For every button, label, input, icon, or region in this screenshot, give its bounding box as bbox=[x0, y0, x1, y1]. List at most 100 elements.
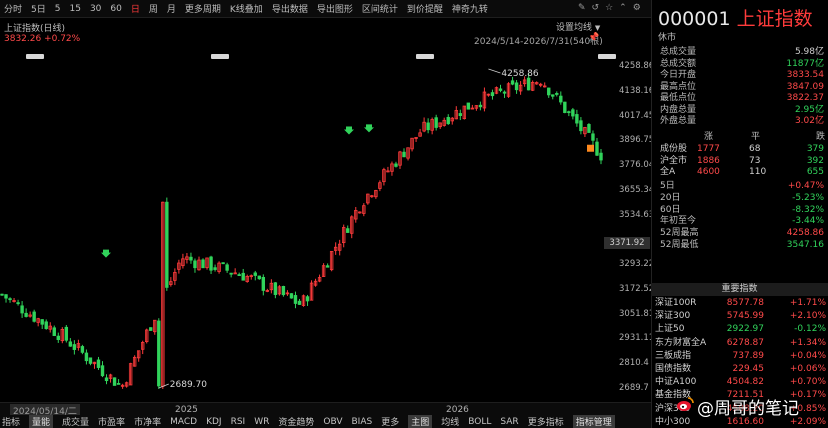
toolbar-item[interactable]: 周 bbox=[149, 2, 158, 15]
scroll-handle-right[interactable] bbox=[598, 54, 616, 59]
y-tick-label: 3534.63 bbox=[619, 209, 655, 220]
market-status: 休市 bbox=[658, 33, 677, 43]
index-price: 737.89 bbox=[732, 350, 765, 361]
restore-icon[interactable]: ↺ bbox=[592, 3, 600, 13]
candle bbox=[72, 344, 77, 350]
y-tick-label: 2810.4 bbox=[619, 358, 649, 369]
candle bbox=[305, 296, 310, 302]
toolbar-item[interactable]: 60 bbox=[110, 4, 121, 14]
candle bbox=[289, 293, 294, 299]
pin-icon[interactable]: 📌 bbox=[588, 33, 599, 43]
toolbar-item[interactable]: 5 bbox=[55, 4, 61, 14]
indicator-item[interactable]: RSI bbox=[231, 417, 246, 427]
star-icon[interactable]: ☆ bbox=[605, 3, 613, 13]
settings-icon[interactable]: ⚙ bbox=[633, 3, 641, 13]
indicator-item[interactable]: 指标管理 bbox=[572, 415, 615, 428]
index-row[interactable]: 深证100R 8577.78 +1.71% bbox=[655, 297, 826, 310]
index-row[interactable]: 三板成指 737.89 +0.04% bbox=[655, 350, 826, 363]
candle bbox=[44, 321, 48, 329]
chevron-up-icon[interactable]: ⌃ bbox=[619, 3, 627, 13]
candle bbox=[571, 109, 575, 117]
candle bbox=[498, 88, 503, 91]
index-row[interactable]: 东方财富全A 6278.87 +1.34% bbox=[655, 337, 826, 350]
y-tick-label: 4258.86 bbox=[619, 61, 655, 71]
indicator-item[interactable]: BIAS bbox=[352, 417, 373, 427]
toolbar-item[interactable]: 到价提醒 bbox=[407, 2, 443, 15]
breadth-label: 成份股 bbox=[660, 144, 688, 154]
scroll-handle[interactable] bbox=[211, 54, 229, 59]
toolbar-item[interactable]: 15 bbox=[69, 4, 80, 14]
indicator-item[interactable]: 更多 bbox=[381, 415, 399, 428]
toolbar-item[interactable]: 导出数据 bbox=[272, 2, 308, 15]
period-low-label: 2689.70 bbox=[170, 380, 207, 390]
candle bbox=[116, 383, 121, 385]
period-value: +0.47% bbox=[787, 181, 824, 191]
breadth-flat: 68 bbox=[749, 144, 761, 154]
index-row[interactable]: 国债指数 229.45 +0.06% bbox=[655, 363, 826, 376]
toolbar-item[interactable]: 日 bbox=[131, 2, 140, 15]
breadth-header: 涨平跌 bbox=[660, 131, 825, 143]
indicator-item[interactable]: 成交量 bbox=[62, 415, 89, 428]
scroll-handle[interactable] bbox=[416, 54, 434, 59]
indicator-item[interactable]: 主图 bbox=[408, 415, 433, 428]
index-row[interactable]: 中证A100 4504.82 +0.70% bbox=[655, 376, 826, 389]
settings-ma-label: 设置均线 bbox=[556, 23, 593, 33]
toolbar-item[interactable]: 更多周期 bbox=[185, 2, 221, 15]
indicator-item[interactable]: WR bbox=[254, 417, 269, 427]
index-price: 5745.99 bbox=[726, 311, 764, 322]
indicator-item[interactable]: SAR bbox=[500, 417, 518, 427]
breadth-down: 392 bbox=[806, 155, 824, 166]
period-row: 60日 -8.32% bbox=[660, 204, 824, 216]
stat-row: 今日开盘 3833.54 bbox=[660, 69, 824, 81]
indicator-item[interactable]: 更多指标 bbox=[528, 415, 564, 428]
period-row: 年初至今 -3.44% bbox=[660, 215, 824, 227]
candle bbox=[346, 228, 350, 233]
candle bbox=[551, 94, 555, 97]
toolbar-item[interactable]: 分时 bbox=[4, 2, 22, 15]
stat-value: 3.02亿 bbox=[794, 116, 824, 126]
candle bbox=[20, 305, 24, 314]
index-name: 深证100R bbox=[655, 298, 697, 308]
y-tick-label: 3293.22 bbox=[619, 259, 655, 270]
indicator-item[interactable]: OBV bbox=[323, 417, 342, 427]
candle bbox=[253, 272, 257, 276]
index-change: +1.34% bbox=[789, 337, 826, 348]
time-axis: 2024/05/14/二 2025 2026 bbox=[0, 402, 651, 417]
indicator-item[interactable]: 量能 bbox=[29, 415, 54, 428]
indicator-item[interactable]: 指标 bbox=[2, 415, 20, 428]
candlestick-chart[interactable]: 4258.86 2689.70 bbox=[0, 60, 604, 400]
index-row[interactable]: 深证300 5745.99 +2.10% bbox=[655, 310, 826, 323]
toolbar-item[interactable]: K线叠加 bbox=[230, 2, 263, 15]
indicator-item[interactable]: KDJ bbox=[206, 417, 222, 427]
toolbar-item[interactable]: 5日 bbox=[31, 2, 46, 15]
index-change: +0.06% bbox=[789, 364, 826, 374]
indicator-item[interactable]: 均线 bbox=[441, 415, 459, 428]
indicator-item[interactable]: BOLL bbox=[468, 417, 491, 427]
candle bbox=[189, 256, 193, 261]
breadth-down: 379 bbox=[806, 144, 824, 154]
signal-arrow-icon bbox=[364, 124, 374, 133]
scroll-handle-left[interactable] bbox=[26, 54, 44, 59]
toolbar-item[interactable]: 神奇九转 bbox=[452, 2, 488, 15]
candle bbox=[510, 80, 515, 85]
period-label: 52周最低 bbox=[660, 240, 699, 250]
indicator-item[interactable]: MACD bbox=[170, 417, 197, 427]
period-label: 5日 bbox=[660, 181, 675, 191]
index-row[interactable]: 上证50 2922.97 -0.12% bbox=[655, 323, 826, 336]
toolbar-item[interactable]: 区间统计 bbox=[362, 2, 398, 15]
toolbar-item[interactable]: 月 bbox=[167, 2, 176, 15]
candle bbox=[547, 87, 551, 96]
watermark: @周哥的笔记 bbox=[697, 399, 799, 419]
settings-ma-button[interactable]: 设置均线 ▼ bbox=[556, 20, 600, 33]
chart-title: 上证指数(日线) bbox=[4, 24, 66, 34]
indicator-item[interactable]: 市净率 bbox=[134, 415, 161, 428]
date-range: 2024/5/14-2026/7/31(540根) bbox=[474, 37, 603, 47]
candle bbox=[591, 133, 595, 141]
pen-icon[interactable]: ✎ bbox=[578, 3, 586, 13]
indicator-item[interactable]: 市盈率 bbox=[98, 415, 125, 428]
stat-label: 最低点位 bbox=[660, 93, 697, 103]
candle bbox=[478, 104, 483, 108]
toolbar-item[interactable]: 导出图形 bbox=[317, 2, 353, 15]
indicator-item[interactable]: 资金趋势 bbox=[278, 415, 314, 428]
toolbar-item[interactable]: 30 bbox=[90, 4, 101, 14]
